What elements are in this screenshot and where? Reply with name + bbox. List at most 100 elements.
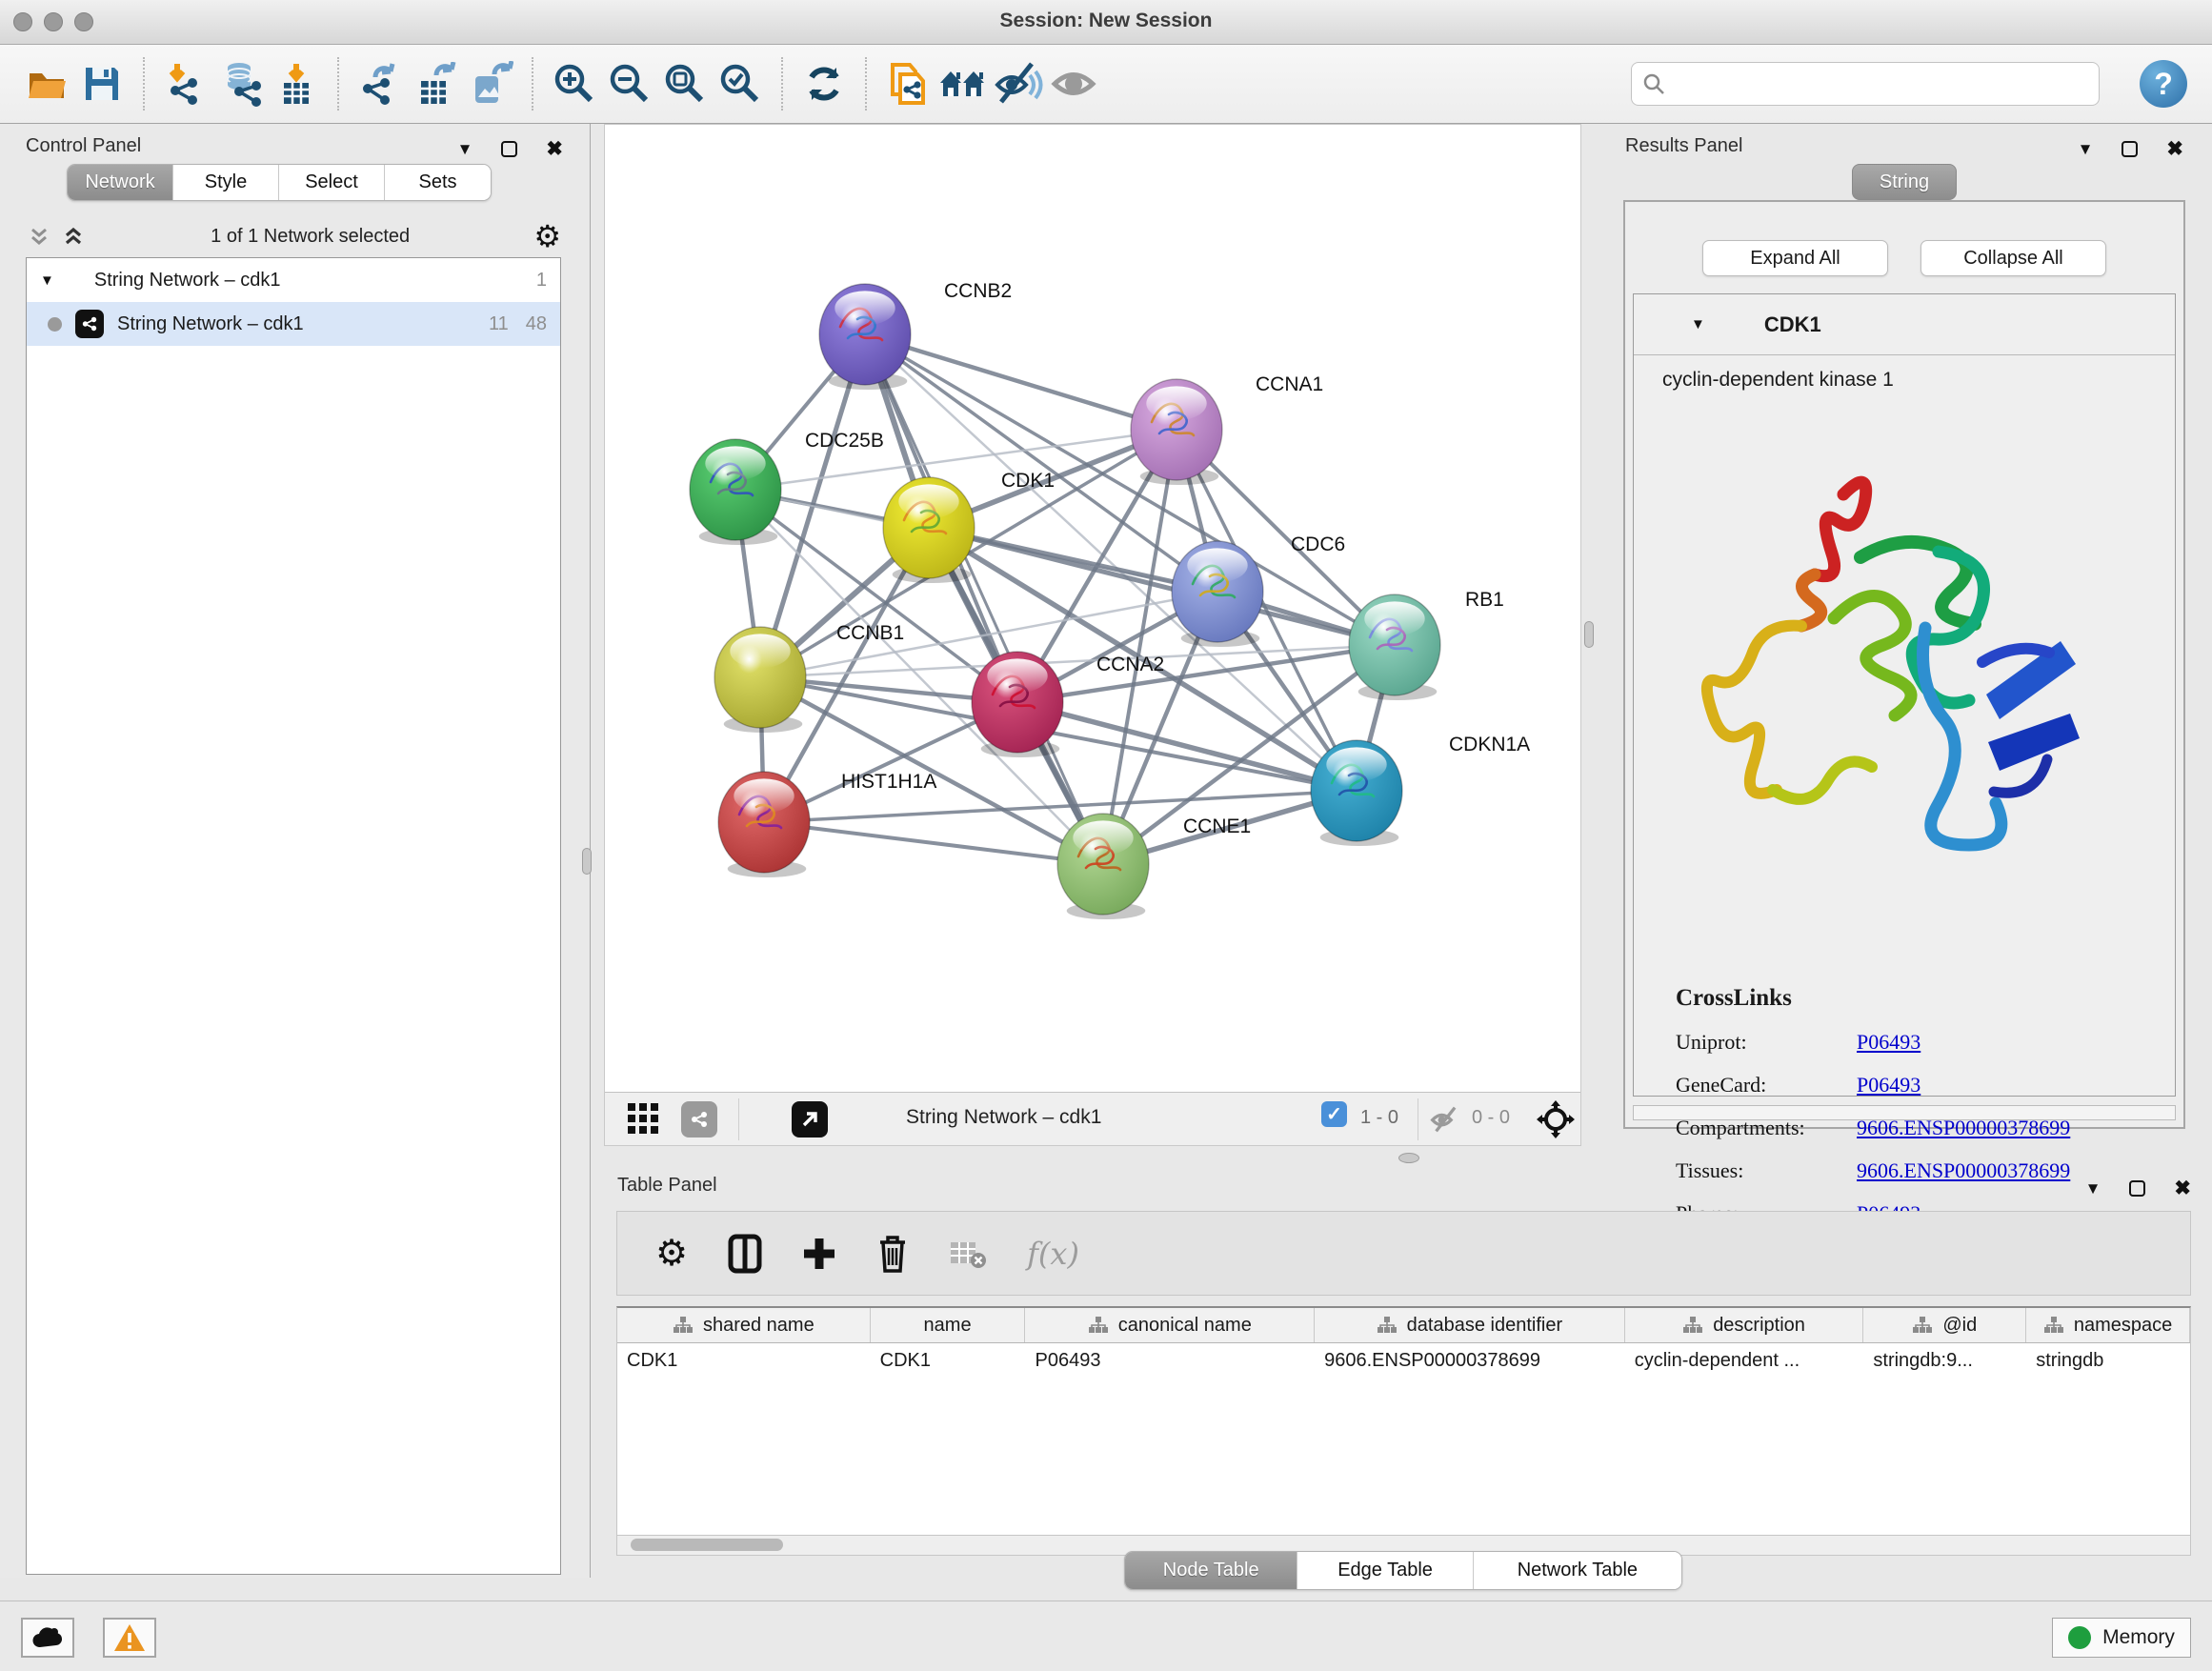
node-table[interactable]: shared name namecanonical namedatabase id… — [616, 1306, 2191, 1535]
network-canvas[interactable]: CCNB2CCNA1CDC25BCDK1CDC6RB1CCNB1CCNA2CDK… — [605, 125, 1580, 1092]
float-panel-icon[interactable] — [2129, 1180, 2145, 1197]
network-node-CDC6[interactable]: CDC6 — [1172, 534, 1345, 647]
collapse-triangle-icon[interactable]: ▼ — [1691, 316, 1705, 332]
warning-status-button[interactable] — [103, 1618, 156, 1658]
cloud-status-button[interactable] — [21, 1618, 74, 1658]
clone-network-button[interactable] — [880, 56, 935, 111]
help-button[interactable]: ? — [2140, 60, 2187, 108]
table-splitter-handle[interactable] — [1398, 1153, 1419, 1163]
close-panel-icon[interactable]: ✖ — [2174, 1177, 2191, 1200]
panel-menu-icon[interactable]: ▼ — [2078, 140, 2094, 159]
copy-network-icon — [893, 65, 923, 103]
column-header-@id[interactable]: @id — [1863, 1308, 2026, 1342]
results-scrollbar-track[interactable] — [1633, 1105, 2176, 1120]
tab-string[interactable]: String — [1852, 164, 1957, 200]
export-table-button[interactable] — [408, 56, 463, 111]
table-options-gear-icon[interactable]: ⚙ — [655, 1236, 688, 1272]
add-column-icon[interactable] — [802, 1237, 836, 1271]
panel-menu-icon[interactable]: ▼ — [2085, 1179, 2101, 1198]
zoom-selected-button[interactable] — [713, 56, 768, 111]
node-details-card: ▼ CDK1 cyclin-dependent kinase 1 — [1633, 293, 2176, 1097]
close-panel-icon[interactable]: ✖ — [2166, 137, 2183, 161]
network-row[interactable]: String Network – cdk1 11 48 — [27, 302, 560, 346]
column-header-canonical-name[interactable]: canonical name — [1025, 1308, 1315, 1342]
selected-checkbox-icon[interactable]: ✓ — [1321, 1101, 1347, 1127]
tab-select[interactable]: Select — [279, 165, 385, 200]
network-node-CCNA1[interactable]: CCNA1 — [1131, 373, 1323, 485]
import-arrow-icon — [171, 64, 183, 78]
refresh-view-button[interactable] — [796, 56, 852, 111]
hide-selected-button[interactable] — [991, 56, 1046, 111]
grid-view-button[interactable] — [626, 1101, 660, 1136]
float-panel-icon[interactable] — [2122, 141, 2138, 157]
tab-network-table[interactable]: Network Table — [1474, 1552, 1681, 1589]
delete-column-icon[interactable] — [876, 1234, 909, 1274]
column-header-description[interactable]: description — [1625, 1308, 1864, 1342]
warning-icon — [113, 1623, 146, 1652]
birdseye-toggle-button[interactable] — [1537, 1100, 1575, 1138]
import-network-button[interactable] — [158, 56, 213, 111]
show-columns-icon[interactable] — [728, 1234, 762, 1274]
memory-button[interactable]: Memory — [2052, 1618, 2191, 1658]
column-header-name[interactable]: name — [871, 1308, 1026, 1342]
search-box[interactable] — [1631, 62, 2100, 106]
right-splitter-handle[interactable] — [1584, 621, 1594, 648]
network-collection-row[interactable]: ▼ String Network – cdk1 1 — [27, 258, 560, 302]
import-network-from-database-button[interactable] — [213, 56, 269, 111]
table-cell: 9606.ENSP00000378699 — [1315, 1343, 1625, 1381]
column-header-namespace[interactable]: namespace — [2026, 1308, 2190, 1342]
float-panel-icon[interactable] — [501, 141, 517, 157]
table-scrollbar-thumb[interactable] — [631, 1539, 783, 1551]
left-splitter-handle[interactable] — [582, 848, 592, 875]
column-header-shared-name[interactable]: shared name — [617, 1308, 871, 1342]
import-table-button[interactable] — [269, 56, 324, 111]
network-node-HIST1H1A[interactable]: HIST1H1A — [718, 771, 936, 877]
column-header-label: shared name — [703, 1315, 814, 1337]
network-options-gear-icon[interactable]: ⚙ — [533, 221, 561, 252]
table-panel-title: Table Panel — [617, 1175, 717, 1197]
zoom-out-button[interactable] — [602, 56, 657, 111]
zoom-in-button[interactable] — [547, 56, 602, 111]
table-row[interactable]: CDK1CDK1P064939606.ENSP00000378699cyclin… — [617, 1343, 2190, 1381]
expand-all-icon[interactable] — [60, 224, 87, 249]
collapse-triangle-icon[interactable]: ▼ — [40, 272, 54, 289]
collapse-all-button[interactable]: Collapse All — [1920, 240, 2106, 276]
network-node-CCNB1[interactable]: CCNB1 — [714, 622, 904, 733]
open-in-new-window-button[interactable] — [792, 1101, 828, 1137]
network-node-CCNA2[interactable]: CCNA2 — [972, 652, 1164, 757]
tab-node-table[interactable]: Node Table — [1125, 1552, 1297, 1589]
network-node-CDKN1A[interactable]: CDKN1A — [1311, 734, 1530, 846]
expand-all-button[interactable]: Expand All — [1702, 240, 1888, 276]
node-label: CDK1 — [1001, 470, 1055, 492]
search-input[interactable] — [1666, 73, 2066, 94]
open-folder-icon — [25, 62, 69, 106]
tab-network[interactable]: Network — [68, 165, 173, 200]
export-image-button[interactable] — [463, 56, 518, 111]
node-section-header[interactable]: ▼ CDK1 — [1634, 294, 2175, 355]
refresh-icon — [812, 68, 836, 100]
column-network-icon — [1088, 1316, 1109, 1335]
network-node-RB1[interactable]: RB1 — [1349, 589, 1504, 700]
save-session-button[interactable] — [74, 56, 130, 111]
tab-sets[interactable]: Sets — [385, 165, 491, 200]
string-results-container: Expand All Collapse All ▼ CDK1 cyclin-de… — [1623, 200, 2185, 1129]
tab-edge-table[interactable]: Edge Table — [1297, 1552, 1473, 1589]
crosslink-link[interactable]: P06493 — [1857, 1030, 1920, 1055]
panel-menu-icon[interactable]: ▼ — [457, 140, 473, 159]
show-all-button[interactable] — [1046, 56, 1101, 111]
table-cell: stringdb — [2026, 1343, 2190, 1381]
export-network-button[interactable] — [352, 56, 408, 111]
network-node-CCNE1[interactable]: CCNE1 — [1057, 814, 1251, 919]
crosslink-link[interactable]: P06493 — [1857, 1073, 1920, 1097]
column-header-database-identifier[interactable]: database identifier — [1315, 1308, 1625, 1342]
tab-style[interactable]: Style — [173, 165, 279, 200]
close-panel-icon[interactable]: ✖ — [546, 137, 563, 161]
zoom-fit-button[interactable] — [657, 56, 713, 111]
crosshair-icon — [1537, 1100, 1575, 1138]
column-network-icon — [1682, 1316, 1703, 1335]
string-view-button[interactable] — [681, 1101, 717, 1137]
show-graphics-details-button[interactable] — [935, 56, 991, 111]
string-app-icon — [75, 310, 104, 338]
collapse-all-icon[interactable] — [26, 224, 52, 249]
open-session-button[interactable] — [19, 56, 74, 111]
